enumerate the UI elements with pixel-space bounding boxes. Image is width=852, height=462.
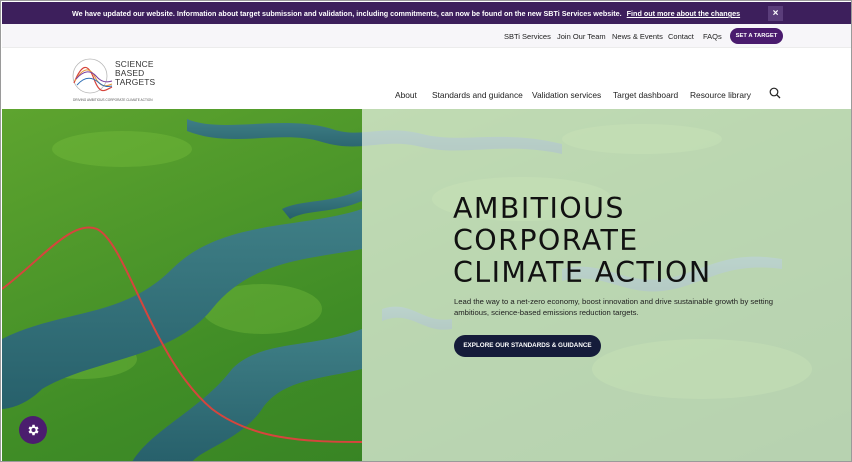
- hero-title: AMBITIOUS CORPORATE CLIMATE ACTION: [453, 193, 753, 289]
- main-header: SCIENCE BASED TARGETS DRIVING AMBITIOUS …: [2, 49, 851, 109]
- set-a-target-button[interactable]: SET A TARGET: [730, 28, 783, 44]
- hero-title-line-3: CLIMATE ACTION: [453, 256, 712, 289]
- browser-viewport: We have updated our website. Information…: [0, 0, 852, 462]
- hero-lead-text: Lead the way to a net-zero economy, boos…: [454, 297, 774, 317]
- utility-bar: SBTi Services Join Our Team News & Event…: [2, 24, 851, 48]
- close-announcement-button[interactable]: ×: [768, 6, 783, 21]
- utility-link-contact[interactable]: Contact: [668, 32, 694, 41]
- announcement-message: We have updated our website. Information…: [72, 9, 622, 18]
- utility-link-join-our-team[interactable]: Join Our Team: [557, 32, 606, 41]
- logo-tagline: DRIVING AMBITIOUS CORPORATE CLIMATE ACTI…: [73, 98, 153, 102]
- utility-link-faqs[interactable]: FAQs: [703, 32, 722, 41]
- search-icon[interactable]: [769, 87, 781, 99]
- hero-section: AMBITIOUS CORPORATE CLIMATE ACTION Lead …: [2, 109, 851, 461]
- hero-title-line-1: AMBITIOUS: [453, 192, 625, 225]
- sbti-logo[interactable]: SCIENCE BASED TARGETS DRIVING AMBITIOUS …: [70, 55, 162, 103]
- utility-link-sbti-services[interactable]: SBTi Services: [504, 32, 551, 41]
- hero-title-line-2: CORPORATE: [453, 224, 639, 257]
- utility-link-news-events[interactable]: News & Events: [612, 32, 663, 41]
- announcement-link[interactable]: Find out more about the changes: [627, 9, 740, 18]
- nav-item-about[interactable]: About: [395, 90, 417, 100]
- logo-wordmark: SCIENCE BASED TARGETS: [115, 59, 156, 88]
- logo-mark-icon: [72, 58, 113, 94]
- logo-line-3: TARGETS: [115, 77, 156, 88]
- announcement-bar: We have updated our website. Information…: [2, 2, 851, 24]
- nav-item-target-dashboard[interactable]: Target dashboard: [613, 90, 678, 100]
- nav-item-validation-services[interactable]: Validation services: [532, 90, 601, 100]
- nav-item-standards-and-guidance[interactable]: Standards and guidance: [432, 90, 523, 100]
- explore-standards-button[interactable]: EXPLORE OUR STANDARDS & GUIDANCE: [454, 335, 601, 357]
- cookie-settings-button[interactable]: [19, 416, 47, 444]
- nav-item-resource-library[interactable]: Resource library: [690, 90, 751, 100]
- gear-icon: [28, 424, 39, 436]
- announcement-text: We have updated our website. Information…: [72, 9, 740, 18]
